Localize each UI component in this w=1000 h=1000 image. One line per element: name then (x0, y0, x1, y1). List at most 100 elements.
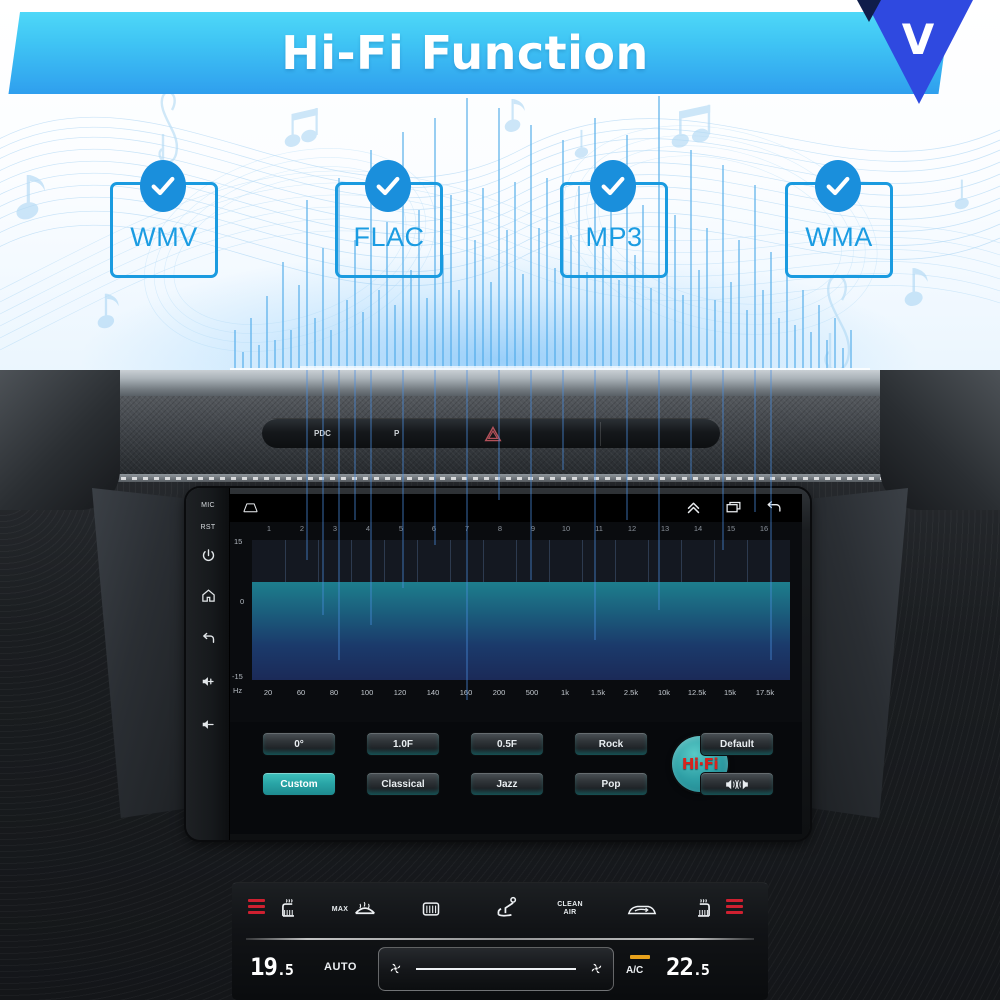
eq-frequency-label: 1k (561, 688, 569, 697)
driver-temp-frac: .5 (276, 961, 294, 979)
format-label: WMV (130, 221, 198, 252)
eq-frequency-label: 200 (492, 688, 506, 697)
power-button[interactable] (186, 548, 230, 563)
check-icon (365, 160, 411, 212)
eq-band-number: 4 (365, 524, 371, 533)
home-button[interactable] (186, 588, 230, 603)
rear-defrost-button[interactable] (416, 895, 446, 923)
passenger-temp-whole: 22 (666, 953, 694, 981)
android-status-bar (230, 494, 802, 522)
check-icon (140, 160, 186, 212)
mic-label: MIC (201, 502, 215, 509)
poster-root: Hi-Fi Function V WMV FLAC MP3 WMA PDC P … (0, 0, 1000, 1000)
park-distance-control-button[interactable]: PDC (314, 429, 331, 438)
eq-band-number: 7 (464, 524, 470, 533)
eq-frequency-label: 160 (459, 688, 473, 697)
eq-frequency-label: 500 (525, 688, 539, 697)
airflow-mode-button[interactable] (490, 893, 526, 923)
home-outline-icon[interactable] (242, 499, 259, 516)
max-defrost-button[interactable] (350, 895, 380, 923)
eq-band-number: 13 (660, 524, 670, 533)
eq-frequency-label: 20 (263, 688, 273, 697)
eq-frequency-label: 140 (426, 688, 440, 697)
clean-air-button[interactable]: CLEAN AIR (544, 895, 596, 923)
passenger-seat-heater-button[interactable] (690, 897, 718, 923)
left-air-vent (0, 370, 120, 510)
eq-frequency-label: 12.5k (687, 688, 707, 697)
eq-band-number: 14 (693, 524, 703, 533)
recirculation-button[interactable] (624, 897, 660, 923)
eq-band-number: 5 (398, 524, 404, 533)
speaker-balance-icon (726, 779, 748, 789)
eq-band-numbers: 1 2 3 4 5 6 7 8 9 10 11 12 13 14 15 16 (230, 524, 802, 538)
eq-band-number: 10 (561, 524, 571, 533)
driver-temperature-display[interactable]: 19.5 (250, 953, 294, 981)
volume-up-button[interactable] (186, 674, 230, 689)
head-unit-screen: 1 2 3 4 5 6 7 8 9 10 11 12 13 14 15 16 1… (230, 494, 802, 834)
passenger-seat-heat-level-bars (726, 899, 743, 914)
title-banner: Hi-Fi Function V (0, 0, 1000, 110)
passenger-temperature-display[interactable]: 22.5 (666, 953, 710, 981)
eq-band-number: 2 (299, 524, 305, 533)
ac-status-led (630, 955, 650, 959)
eq-frequency-label: 1.5k (590, 688, 606, 697)
right-air-vent (880, 370, 1000, 510)
gain-1f-button[interactable]: 1.0F (366, 732, 440, 756)
eq-band-number: 3 (332, 524, 338, 533)
auto-hold-button[interactable]: P (394, 429, 399, 438)
fan-speed-slider[interactable] (378, 947, 614, 991)
rock-preset-button[interactable]: Rock (574, 732, 648, 756)
hifi-knob-label: Hi·Fi (681, 755, 719, 773)
ac-button[interactable]: A/C (626, 965, 643, 976)
android-head-unit: MIC RST 1 2 3 4 5 6 7 8 9 10 11 12 13 14… (186, 488, 810, 840)
passenger-temp-frac: .5 (692, 961, 710, 979)
eq-frequency-label: 2.5k (623, 688, 639, 697)
eq-frequency-label: 120 (393, 688, 407, 697)
check-icon (815, 160, 861, 212)
fan-icon-low (389, 962, 402, 980)
back-icon[interactable] (765, 499, 782, 516)
eq-frequency-label: 60 (296, 688, 306, 697)
pop-preset-button[interactable]: Pop (574, 772, 648, 796)
back-button[interactable] (186, 631, 230, 646)
head-unit-side-buttons: MIC RST (186, 488, 230, 840)
eq-band-number: 1 (266, 524, 272, 533)
format-label: MP3 (585, 221, 643, 252)
eq-frequency-label: 15k (723, 688, 737, 697)
custom-preset-button[interactable]: Custom (262, 772, 336, 796)
equalizer-graph: 1 2 3 4 5 6 7 8 9 10 11 12 13 14 15 16 1… (230, 522, 802, 722)
jazz-preset-button[interactable]: Jazz (470, 772, 544, 796)
eq-y-axis-bottom-label: -15 (232, 672, 243, 681)
hazard-lights-button[interactable] (484, 426, 502, 442)
driver-seat-heat-level-bars (248, 899, 265, 914)
gain-05f-button[interactable]: 0.5F (470, 732, 544, 756)
format-label: WMA (805, 221, 873, 252)
clean-air-line2: AIR (563, 909, 577, 916)
phase-0-button[interactable]: 0° (262, 732, 336, 756)
eq-frequency-label: 10k (657, 688, 671, 697)
driver-seat-heater-button[interactable] (274, 897, 302, 923)
dashboard-button-strip: PDC P (262, 418, 720, 448)
climate-top-row: MAX CLEAN AIR (232, 883, 768, 935)
logo-letter: V (902, 15, 935, 64)
balance-fader-button[interactable] (700, 772, 774, 796)
eq-band-number: 16 (759, 524, 769, 533)
reset-label[interactable]: RST (186, 524, 230, 531)
format-label: FLAC (353, 221, 425, 252)
default-button[interactable]: Default (700, 732, 774, 756)
eq-frequency-label: 80 (329, 688, 339, 697)
eq-plot-area[interactable] (252, 540, 790, 680)
eq-y-axis-mid-label: 0 (240, 597, 245, 606)
eq-band-number: 15 (726, 524, 736, 533)
double-chevron-up-icon[interactable] (685, 499, 702, 516)
classical-preset-button[interactable]: Classical (366, 772, 440, 796)
volume-down-button[interactable] (186, 717, 230, 732)
eq-frequency-label: 100 (360, 688, 374, 697)
auto-mode-button[interactable]: AUTO (324, 961, 357, 973)
check-icon (590, 160, 636, 212)
max-defrost-label: MAX (328, 897, 352, 923)
recents-icon[interactable] (725, 499, 742, 516)
page-title: Hi-Fi Function (281, 26, 649, 80)
driver-temp-whole: 19 (250, 953, 278, 981)
eq-frequency-label: 17.5k (755, 688, 775, 697)
